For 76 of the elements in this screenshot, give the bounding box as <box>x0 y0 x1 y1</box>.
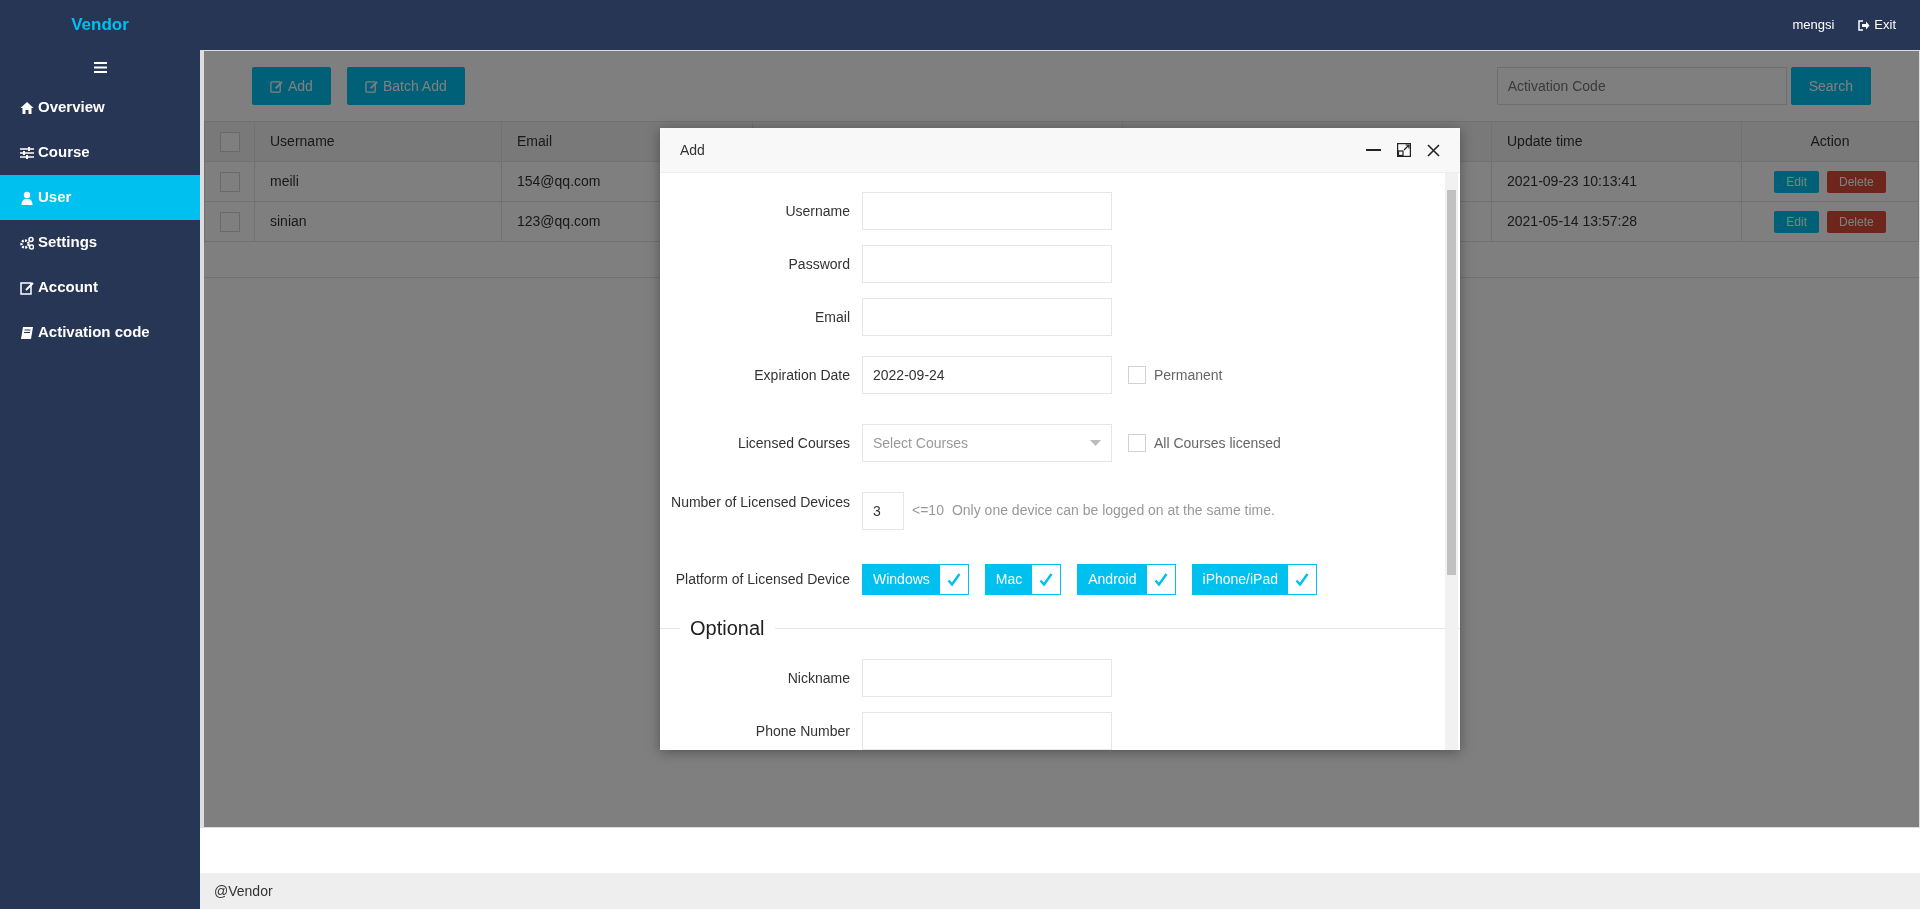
column-header: Username <box>270 133 335 149</box>
table-cell: 2021-05-14 13:57:28 <box>1507 213 1637 229</box>
table-cell: meili <box>270 173 299 189</box>
device-count-field[interactable]: 3 <box>862 492 904 530</box>
sidebar-item[interactable]: Settings <box>0 220 200 265</box>
field-label: Password <box>787 254 851 274</box>
column-header: Action <box>1810 133 1850 149</box>
limit-hint: <=10 <box>912 501 944 520</box>
input-field[interactable] <box>862 245 1112 283</box>
platform-toggle[interactable]: iPhone/iPad <box>1191 564 1318 595</box>
footer-text: @Vendor <box>214 881 273 901</box>
minimize-icon[interactable] <box>1366 149 1381 151</box>
sidebar-item[interactable]: Overview <box>0 85 200 130</box>
check-icon <box>946 572 961 587</box>
edit-icon <box>20 280 34 295</box>
table-cell: 123@qq.com <box>517 213 601 229</box>
table-cell: 154@qq.com <box>517 173 601 189</box>
book-icon <box>20 325 34 340</box>
home-icon <box>20 100 34 115</box>
checkbox[interactable] <box>1128 434 1146 452</box>
sliders-icon <box>20 145 34 160</box>
field-label: Nickname <box>786 668 851 688</box>
check-icon <box>1295 572 1310 587</box>
check-icon <box>1039 572 1054 587</box>
checkbox-label: Permanent <box>1154 365 1223 385</box>
username-link[interactable]: mengsi <box>1792 15 1835 35</box>
course-select[interactable]: Select Courses <box>862 424 1112 462</box>
edit-button[interactable]: Edit <box>1774 170 1819 193</box>
edit-button[interactable]: Edit <box>1774 210 1819 233</box>
input-field[interactable]: 2022-09-24 <box>862 356 1112 394</box>
exit-icon <box>1858 19 1871 31</box>
section-title: Optional <box>689 616 766 641</box>
hint-text: Only one device can be logged on at the same time. <box>951 501 1275 520</box>
input-field[interactable] <box>862 712 1112 750</box>
sidebar-item[interactable]: Account <box>0 265 200 310</box>
add-button[interactable]: Batch Add <box>346 67 465 105</box>
edit-icon <box>270 79 283 93</box>
activation-code-field[interactable]: Activation Code <box>1496 67 1787 105</box>
checkbox-label: All Courses licensed <box>1154 433 1281 453</box>
delete-button[interactable]: Delete <box>1827 170 1886 193</box>
field-label: Email <box>814 307 851 327</box>
checkbox[interactable] <box>1128 366 1146 384</box>
field-label: Number of Licensed Devices <box>670 493 851 512</box>
brand-title: Vendor <box>71 15 129 35</box>
platform-toggle[interactable]: Mac <box>984 564 1062 595</box>
input-field[interactable] <box>862 659 1112 697</box>
table-cell: 2021-09-23 10:13:41 <box>1507 173 1637 189</box>
exit-link[interactable]: Exit <box>1858 15 1896 35</box>
field-label: Phone Number <box>754 721 851 741</box>
field-label: Licensed Courses <box>736 433 851 453</box>
field-label: Platform of Licensed Device <box>674 570 851 589</box>
platform-toggle[interactable]: Windows <box>862 564 969 595</box>
table-cell: sinian <box>270 213 307 229</box>
dialog-title: Add <box>680 140 705 160</box>
user-icon <box>20 190 34 205</box>
scrollbar[interactable] <box>1445 173 1458 750</box>
field-label: Expiration Date <box>753 365 851 385</box>
field-label: Username <box>784 201 851 221</box>
menu-icon[interactable] <box>93 62 107 73</box>
search-button[interactable]: Search <box>1790 67 1871 105</box>
sidebar-item[interactable]: Course <box>0 130 200 175</box>
caret-icon <box>1090 440 1101 446</box>
edit-icon <box>364 79 378 93</box>
delete-button[interactable]: Delete <box>1827 210 1886 233</box>
close-icon[interactable] <box>1427 143 1440 157</box>
add-button[interactable]: Add <box>252 67 331 105</box>
column-header: Update time <box>1507 133 1583 149</box>
input-field[interactable] <box>862 298 1112 336</box>
gears-icon <box>20 235 34 250</box>
check-icon <box>1153 572 1168 587</box>
sidebar-item[interactable]: User <box>0 175 200 220</box>
platform-toggle[interactable]: Android <box>1077 564 1176 595</box>
sidebar-item[interactable]: Activation code <box>0 310 200 355</box>
input-field[interactable] <box>862 192 1112 230</box>
maximize-icon[interactable] <box>1397 143 1411 157</box>
column-header: Email <box>517 133 552 149</box>
